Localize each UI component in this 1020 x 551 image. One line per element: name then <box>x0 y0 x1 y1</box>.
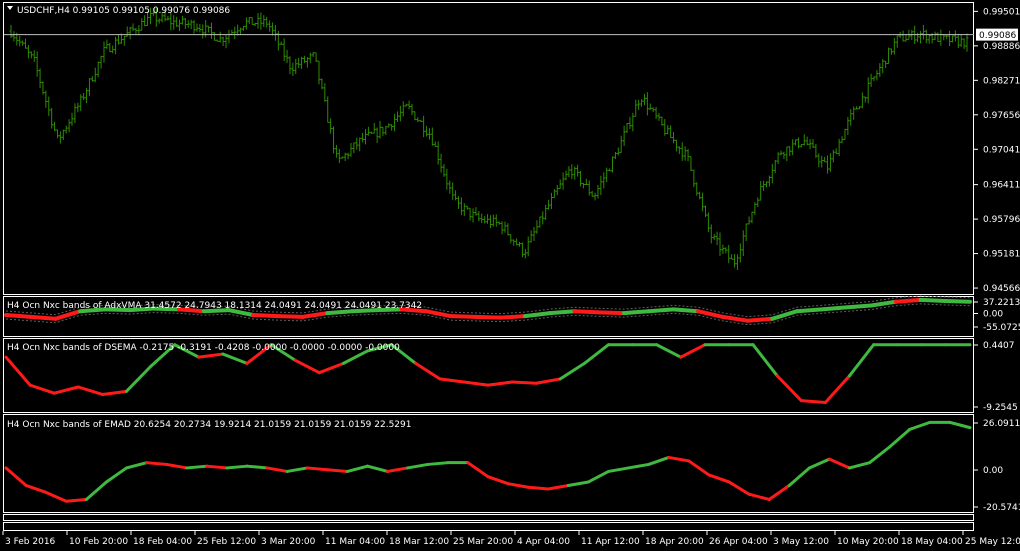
indicator-segment <box>526 485 550 491</box>
indicator-segment <box>918 297 948 303</box>
time-tick-label: 18 Mar 12:00 <box>389 537 449 547</box>
current-price: 0.99086 <box>979 31 1016 41</box>
indicator-segment <box>572 309 602 315</box>
indicator-segment <box>251 313 280 319</box>
price-tick-label: 0.97656 <box>983 111 1020 121</box>
time-tick-label: 25 Mar 20:00 <box>453 537 513 547</box>
current-price-label: 0.99086 <box>976 28 1018 41</box>
indicator-segment <box>745 316 775 323</box>
indicator-segment <box>28 314 58 321</box>
time-tick-label: 18 Apr 20:00 <box>645 537 704 547</box>
indicator-tick-label: -55.0725 <box>983 323 1020 333</box>
indicator-segment <box>794 307 824 314</box>
indicator-tick-label: 37.2213 <box>983 298 1020 308</box>
price-tick-label: 0.94566 <box>983 284 1020 294</box>
indicator-segment <box>325 309 355 316</box>
time-tick-label: 4 Apr 04:00 <box>517 537 570 547</box>
time-tick-label: 10 May 20:00 <box>837 537 899 547</box>
indicator-segment <box>275 314 305 319</box>
time-tick-label: 25 May 12:00 <box>965 537 1020 547</box>
indicator-segment <box>844 303 874 310</box>
time-tick-label: 3 Feb 2016 <box>5 537 56 547</box>
indicator-segment <box>145 461 169 466</box>
indicator-segment <box>245 464 269 470</box>
price-tick-label: 0.98886 <box>983 42 1020 52</box>
indicator-segment <box>4 313 33 319</box>
chart-background <box>0 0 1020 551</box>
indicator-segment <box>621 309 651 316</box>
main-title-text: USDCHF,H4 0.99105 0.99105 0.99076 0.9908… <box>17 6 230 16</box>
indicator-segment <box>893 297 923 304</box>
indicator-segment <box>671 307 701 314</box>
indicator-segment <box>305 466 329 472</box>
indicator-segment <box>943 298 972 304</box>
indicator-tick-label: 0.00 <box>983 310 1003 320</box>
trading-chart[interactable]: 0.99086 0.99501 0.98886 0.98271 0.97656 0.97… <box>0 0 1020 551</box>
indicator-segment <box>597 310 626 316</box>
indicator-tick-label: 0.4407 <box>983 341 1015 351</box>
time-tick-label: 25 Feb 12:00 <box>197 537 256 547</box>
time-tick-label: 3 Mar 20:00 <box>261 537 316 547</box>
price-tick-label: 0.95796 <box>983 215 1020 225</box>
indicator-segment <box>225 464 249 470</box>
indicator-tick-label: -20.5741 <box>983 503 1020 513</box>
indicator-segment <box>448 314 478 319</box>
price-tick-label: 0.96411 <box>983 181 1020 191</box>
time-tick-label: 11 Apr 12:00 <box>581 537 640 547</box>
indicator-tick-label: -9.2545 <box>983 403 1018 413</box>
indicator-segment <box>819 305 849 312</box>
indicator-segment <box>426 461 450 466</box>
price-tick-label: 0.99501 <box>983 7 1020 17</box>
indicator-title: H4 Ocn Nxc bands of AdxVMA 31.4572 24.79… <box>7 301 422 311</box>
time-tick-label: 11 Mar 04:00 <box>325 537 385 547</box>
indicator-title: H4 Ocn Nxc bands of DSEMA -0.2175 -0.319… <box>7 343 400 353</box>
time-tick-label: 26 Apr 04:00 <box>709 537 768 547</box>
indicator-title: H4 Ocn Nxc bands of EMAD 20.6254 20.2734… <box>7 420 411 430</box>
indicator-segment <box>646 307 676 314</box>
indicator-segment <box>325 468 349 473</box>
indicator-segment <box>799 399 827 405</box>
time-tick-label: 18 Feb 04:00 <box>133 537 192 547</box>
price-tick-label: 0.98271 <box>983 76 1020 86</box>
indicator-segment <box>510 380 538 385</box>
time-tick-label: 18 May 04:00 <box>901 537 963 547</box>
indicator-segment <box>498 314 528 320</box>
time-tick-label: 10 Feb 20:00 <box>69 537 128 547</box>
indicator-segment <box>547 309 577 316</box>
indicator-segment <box>64 497 88 503</box>
indicator-tick-label: 26.0911 <box>983 419 1020 429</box>
time-tick-label: 3 May 12:00 <box>773 537 829 547</box>
price-tick-label: 0.95181 <box>983 250 1020 260</box>
price-tick-label: 0.97041 <box>983 145 1020 155</box>
indicator-tick-label: 0.00 <box>983 466 1003 476</box>
indicator-segment <box>473 314 503 320</box>
indicator-segment <box>185 464 209 470</box>
main-title: USDCHF,H4 0.99105 0.99105 0.99076 0.9908… <box>7 6 230 16</box>
indicator-segment <box>205 464 229 470</box>
